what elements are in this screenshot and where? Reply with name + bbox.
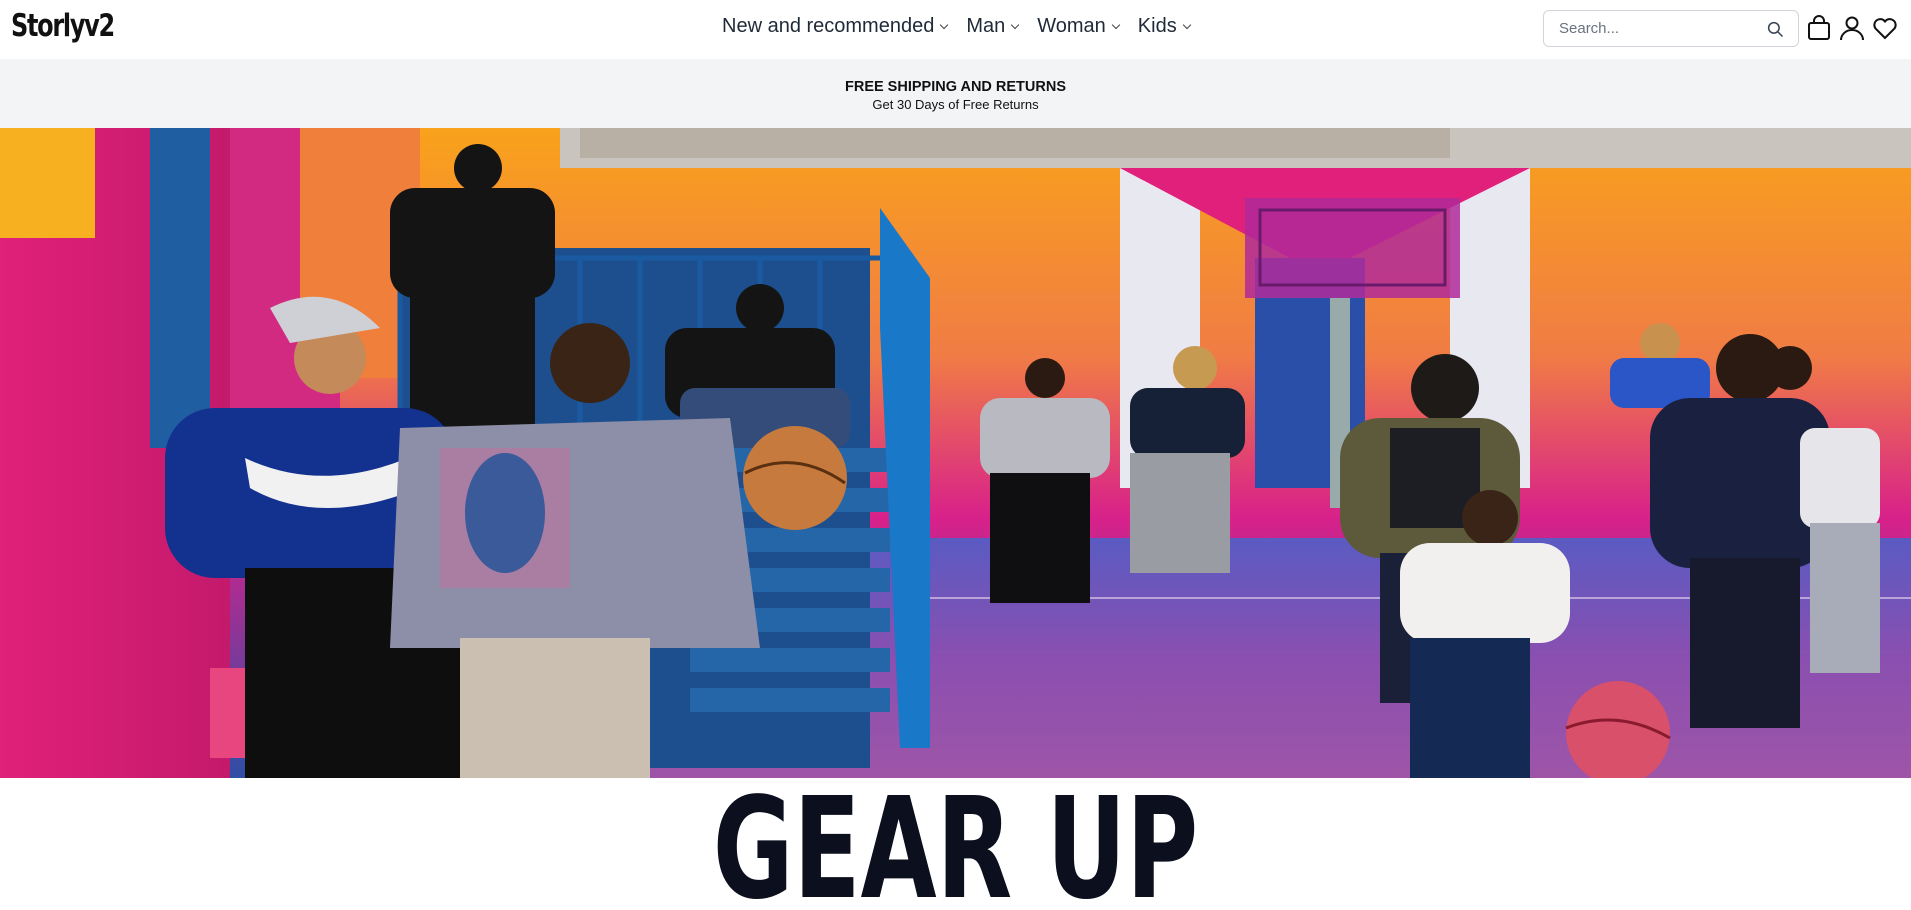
chevron-down-icon — [1111, 20, 1121, 30]
site-logo[interactable]: Storlyv2 — [11, 8, 115, 44]
nav-label: New and recommended — [722, 15, 935, 37]
search-icon[interactable] — [1766, 20, 1784, 38]
nav-label: Man — [966, 15, 1006, 37]
user-icon[interactable] — [1839, 15, 1865, 41]
chevron-down-icon — [940, 20, 949, 30]
nav-kids[interactable]: Kids — [1137, 15, 1191, 38]
hero-photo-illustration — [0, 128, 1911, 778]
nav-label: Kids — [1137, 15, 1177, 37]
hero-headline: GEAR UP — [712, 768, 1199, 910]
promo-title: FREE SHIPPING AND RETURNS — [844, 79, 1066, 95]
search-box — [1543, 10, 1799, 47]
heart-icon[interactable] — [1872, 15, 1898, 41]
search-input[interactable] — [1559, 20, 1759, 37]
promo-subtitle: Get 30 Days of Free Returns — [872, 97, 1039, 112]
chevron-down-icon — [1182, 20, 1191, 30]
hero-image[interactable] — [0, 128, 1911, 778]
site-header: Storlyv2 New and recommended Man Woman K… — [0, 0, 1911, 59]
shopping-bag-icon[interactable] — [1806, 15, 1832, 41]
promo-banner: FREE SHIPPING AND RETURNS Get 30 Days of… — [0, 59, 1911, 128]
nav-new-and-recommended[interactable]: New and recommended — [722, 15, 949, 38]
nav-woman[interactable]: Woman — [1037, 15, 1121, 38]
main-nav: New and recommended Man Woman Kids — [722, 15, 1209, 38]
nav-label: Woman — [1037, 15, 1106, 37]
chevron-down-icon — [1011, 20, 1020, 30]
nav-man[interactable]: Man — [966, 15, 1020, 38]
